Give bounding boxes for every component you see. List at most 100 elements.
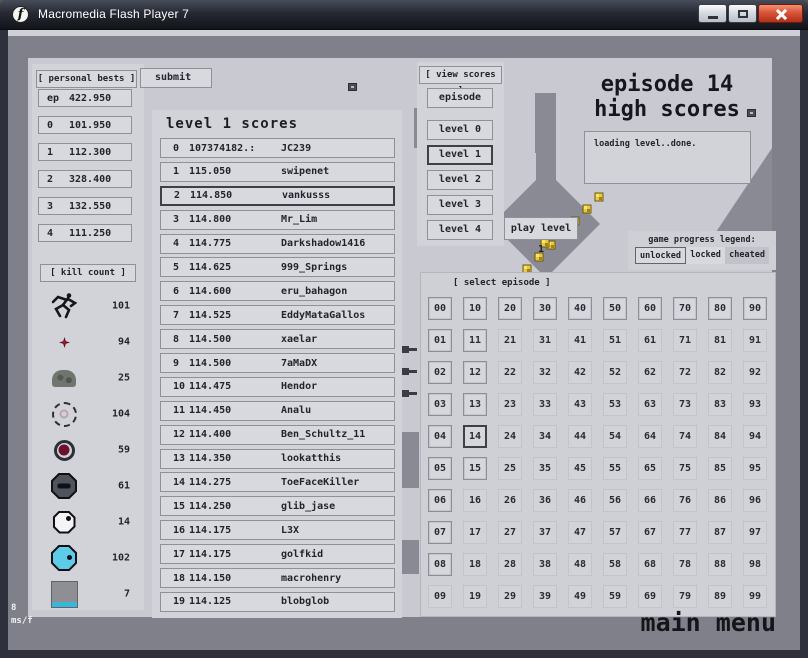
quality-toggle-icon[interactable] <box>348 83 357 91</box>
episode-cell-57[interactable]: 57 <box>603 521 627 544</box>
episode-cell-14[interactable]: 14 <box>463 425 487 448</box>
episode-cell-96[interactable]: 96 <box>743 489 767 512</box>
view-scores-button-level-1[interactable]: level 1 <box>427 145 493 165</box>
episode-cell-39[interactable]: 39 <box>533 585 557 608</box>
episode-cell-45[interactable]: 45 <box>568 457 592 480</box>
episode-cell-25[interactable]: 25 <box>498 457 522 480</box>
play-level-button[interactable]: play level 1 <box>504 217 578 240</box>
episode-cell-94[interactable]: 94 <box>743 425 767 448</box>
episode-cell-65[interactable]: 65 <box>638 457 662 480</box>
episode-cell-52[interactable]: 52 <box>603 361 627 384</box>
episode-cell-38[interactable]: 38 <box>533 553 557 576</box>
episode-cell-47[interactable]: 47 <box>568 521 592 544</box>
episode-cell-20[interactable]: 20 <box>498 297 522 320</box>
view-scores-button-level-4[interactable]: level 4 <box>427 220 493 240</box>
episode-cell-69[interactable]: 69 <box>638 585 662 608</box>
main-menu-button[interactable]: main menu <box>600 608 776 637</box>
episode-cell-81[interactable]: 81 <box>708 329 732 352</box>
episode-cell-60[interactable]: 60 <box>638 297 662 320</box>
episode-cell-78[interactable]: 78 <box>673 553 697 576</box>
episode-cell-15[interactable]: 15 <box>463 457 487 480</box>
score-row-13[interactable]: 13114.350lookatthis <box>160 449 395 469</box>
episode-cell-72[interactable]: 72 <box>673 361 697 384</box>
score-row-18[interactable]: 18114.150macrohenry <box>160 568 395 588</box>
score-row-12[interactable]: 12114.400Ben_Schultz_11 <box>160 425 395 445</box>
title-toggle-icon[interactable] <box>747 109 756 117</box>
episode-cell-05[interactable]: 05 <box>428 457 452 480</box>
episode-cell-23[interactable]: 23 <box>498 393 522 416</box>
episode-cell-33[interactable]: 33 <box>533 393 557 416</box>
episode-cell-68[interactable]: 68 <box>638 553 662 576</box>
episode-cell-53[interactable]: 53 <box>603 393 627 416</box>
episode-cell-66[interactable]: 66 <box>638 489 662 512</box>
episode-cell-50[interactable]: 50 <box>603 297 627 320</box>
episode-cell-07[interactable]: 07 <box>428 521 452 544</box>
episode-cell-86[interactable]: 86 <box>708 489 732 512</box>
view-scores-button-level-3[interactable]: level 3 <box>427 195 493 215</box>
minimize-button[interactable] <box>698 4 727 23</box>
episode-cell-63[interactable]: 63 <box>638 393 662 416</box>
episode-cell-01[interactable]: 01 <box>428 329 452 352</box>
view-scores-button-level-2[interactable]: level 2 <box>427 170 493 190</box>
submit-button[interactable]: submit <box>140 68 212 88</box>
maximize-button[interactable] <box>728 4 757 23</box>
episode-cell-19[interactable]: 19 <box>463 585 487 608</box>
episode-cell-48[interactable]: 48 <box>568 553 592 576</box>
episode-cell-64[interactable]: 64 <box>638 425 662 448</box>
episode-cell-95[interactable]: 95 <box>743 457 767 480</box>
episode-cell-08[interactable]: 08 <box>428 553 452 576</box>
score-row-16[interactable]: 16114.175L3X <box>160 520 395 540</box>
episode-cell-44[interactable]: 44 <box>568 425 592 448</box>
score-row-0[interactable]: 0107374182.:JC239 <box>160 138 395 158</box>
episode-cell-58[interactable]: 58 <box>603 553 627 576</box>
episode-cell-43[interactable]: 43 <box>568 393 592 416</box>
episode-cell-28[interactable]: 28 <box>498 553 522 576</box>
episode-cell-13[interactable]: 13 <box>463 393 487 416</box>
episode-cell-97[interactable]: 97 <box>743 521 767 544</box>
episode-cell-17[interactable]: 17 <box>463 521 487 544</box>
episode-cell-99[interactable]: 99 <box>743 585 767 608</box>
close-button[interactable] <box>758 4 803 23</box>
score-row-9[interactable]: 9114.5007aMaDX <box>160 353 395 373</box>
episode-cell-75[interactable]: 75 <box>673 457 697 480</box>
episode-cell-40[interactable]: 40 <box>568 297 592 320</box>
episode-cell-76[interactable]: 76 <box>673 489 697 512</box>
episode-cell-54[interactable]: 54 <box>603 425 627 448</box>
episode-cell-30[interactable]: 30 <box>533 297 557 320</box>
episode-cell-27[interactable]: 27 <box>498 521 522 544</box>
episode-cell-51[interactable]: 51 <box>603 329 627 352</box>
episode-cell-18[interactable]: 18 <box>463 553 487 576</box>
episode-cell-70[interactable]: 70 <box>673 297 697 320</box>
episode-cell-35[interactable]: 35 <box>533 457 557 480</box>
episode-cell-84[interactable]: 84 <box>708 425 732 448</box>
score-row-14[interactable]: 14114.275ToeFaceKiller <box>160 472 395 492</box>
episode-cell-83[interactable]: 83 <box>708 393 732 416</box>
episode-cell-91[interactable]: 91 <box>743 329 767 352</box>
episode-cell-24[interactable]: 24 <box>498 425 522 448</box>
episode-cell-85[interactable]: 85 <box>708 457 732 480</box>
episode-cell-42[interactable]: 42 <box>568 361 592 384</box>
episode-cell-87[interactable]: 87 <box>708 521 732 544</box>
episode-cell-26[interactable]: 26 <box>498 489 522 512</box>
score-row-19[interactable]: 19114.125blobglob <box>160 592 395 612</box>
episode-cell-61[interactable]: 61 <box>638 329 662 352</box>
episode-cell-41[interactable]: 41 <box>568 329 592 352</box>
episode-cell-16[interactable]: 16 <box>463 489 487 512</box>
score-row-7[interactable]: 7114.525EddyMataGallos <box>160 305 395 325</box>
episode-cell-34[interactable]: 34 <box>533 425 557 448</box>
episode-cell-36[interactable]: 36 <box>533 489 557 512</box>
episode-cell-80[interactable]: 80 <box>708 297 732 320</box>
score-row-5[interactable]: 5114.625999_Springs <box>160 257 395 277</box>
episode-cell-93[interactable]: 93 <box>743 393 767 416</box>
episode-cell-62[interactable]: 62 <box>638 361 662 384</box>
score-row-3[interactable]: 3114.800Mr_Lim <box>160 210 395 230</box>
score-row-11[interactable]: 11114.450Analu <box>160 401 395 421</box>
score-row-1[interactable]: 1115.050swipenet <box>160 162 395 182</box>
episode-cell-56[interactable]: 56 <box>603 489 627 512</box>
episode-cell-12[interactable]: 12 <box>463 361 487 384</box>
view-scores-button-episode[interactable]: episode <box>427 88 493 108</box>
episode-cell-92[interactable]: 92 <box>743 361 767 384</box>
episode-cell-89[interactable]: 89 <box>708 585 732 608</box>
episode-cell-10[interactable]: 10 <box>463 297 487 320</box>
episode-cell-32[interactable]: 32 <box>533 361 557 384</box>
